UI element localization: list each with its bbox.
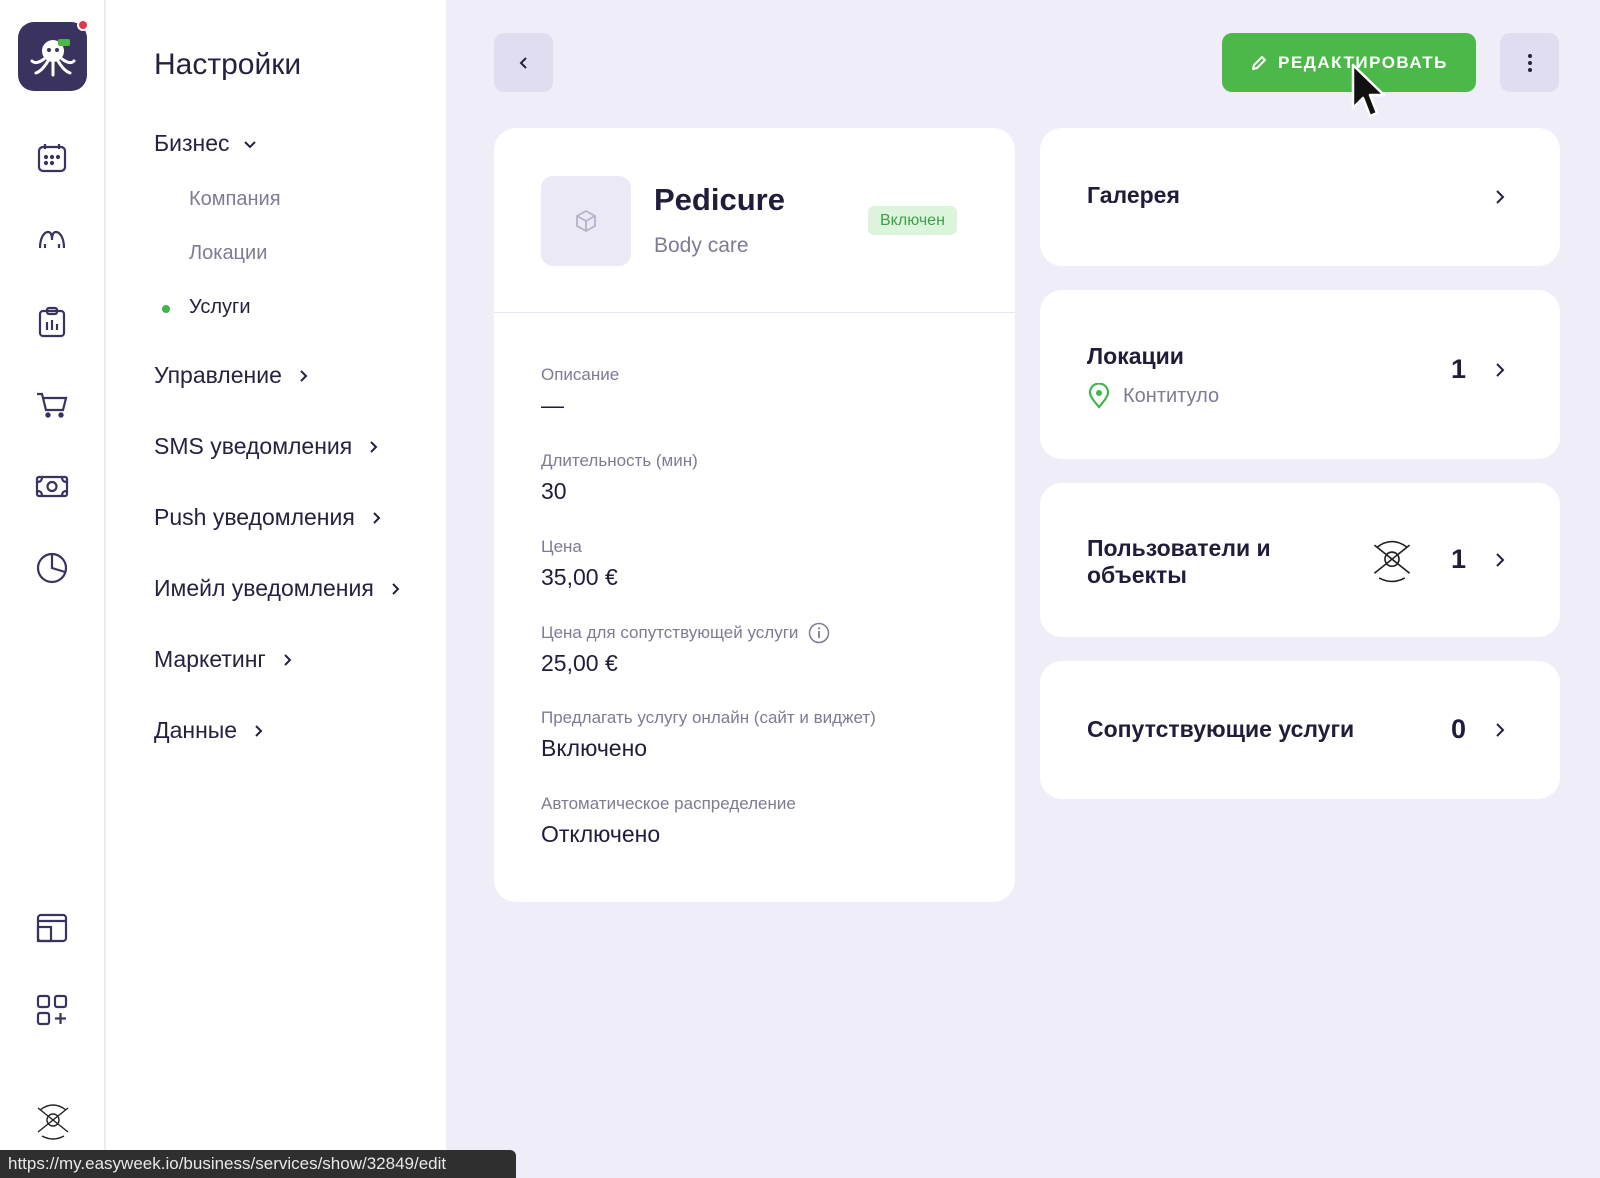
related-services-count: 0 (1450, 714, 1466, 744)
price-label: Цена (541, 537, 582, 557)
online-booking-label-text: Предлагать услугу онлайн (сайт и виджет) (541, 708, 876, 727)
user-avatar (1365, 531, 1419, 585)
nav-title: Настройки (154, 48, 302, 81)
mouse-cursor-icon (1351, 63, 1386, 118)
description-label: Описание (541, 365, 619, 385)
chevron-right-icon (284, 653, 292, 666)
widget-window-icon[interactable] (32, 908, 72, 948)
nav-email[interactable]: Имейл уведомления (154, 575, 402, 602)
description-label-text: Описание (541, 365, 620, 384)
chevron-down-icon (244, 140, 257, 148)
gallery-card[interactable]: Галерея (1040, 128, 1560, 266)
box-placeholder-icon (576, 209, 596, 233)
nav-business-label: Бизнес (154, 130, 230, 156)
money-icon[interactable] (32, 466, 72, 506)
locations-count: 1 (1450, 354, 1466, 384)
nav-data[interactable]: Данные (154, 717, 265, 744)
notification-dot (77, 19, 89, 31)
active-indicator-dot (162, 305, 170, 313)
user-avatar[interactable] (30, 1096, 76, 1142)
location-entry: Контитуло (1087, 383, 1219, 409)
nav-marketing[interactable]: Маркетинг (154, 646, 294, 673)
nav-services[interactable]: Услуги (189, 296, 251, 319)
description-value: — (541, 392, 564, 418)
nav-management-label: Управление (154, 362, 282, 388)
cart-icon[interactable] (32, 384, 72, 424)
chevron-right-icon (1496, 723, 1505, 737)
locations-card[interactable]: Локации Контитуло 1 (1040, 290, 1560, 459)
chevron-right-icon (392, 582, 400, 595)
more-options-button[interactable] (1500, 33, 1559, 92)
locations-title: Локации (1087, 343, 1184, 369)
nav-push[interactable]: Push уведомления (154, 504, 383, 531)
pencil-icon (1252, 55, 1267, 70)
service-category: Body care (654, 234, 749, 257)
users-objects-count: 1 (1450, 544, 1466, 574)
price-label-text: Цена (541, 537, 582, 556)
chevron-right-icon (1496, 190, 1505, 204)
calendar-icon[interactable] (32, 138, 72, 178)
nav-sms-label: SMS уведомления (154, 433, 353, 459)
related-price-label: Цена для сопутствующей услуги (541, 622, 830, 644)
apps-add-icon[interactable] (32, 990, 72, 1030)
app-logo[interactable] (18, 19, 89, 91)
service-thumbnail (541, 176, 631, 266)
info-icon[interactable] (808, 622, 830, 644)
analytics-pie-icon[interactable] (32, 548, 72, 588)
related-price-value: 25,00 € (541, 650, 618, 676)
price-value: 35,00 € (541, 564, 618, 590)
auto-assign-label: Автоматическое распределение (541, 794, 796, 814)
nav-company[interactable]: Компания (189, 188, 281, 211)
related-price-label-text: Цена для сопутствующей услуги (541, 623, 799, 642)
reports-clipboard-icon[interactable] (32, 302, 72, 342)
chevron-right-icon (1496, 363, 1505, 377)
users-objects-title: Пользователи и объекты (1087, 535, 1271, 588)
status-badge: Включен (868, 206, 957, 235)
duration-label-text: Длительность (мин) (541, 451, 698, 470)
settings-nav: Настройки Бизнес Компания Локации Услуги… (106, 0, 446, 1178)
duration-label: Длительность (мин) (541, 451, 698, 471)
status-bar-url: https://my.easyweek.io/business/services… (0, 1150, 516, 1178)
gallery-title: Галерея (1087, 182, 1180, 208)
nav-sms[interactable]: SMS уведомления (154, 433, 380, 460)
related-services-card[interactable]: Сопутствующие услуги 0 (1040, 661, 1560, 799)
nav-marketing-label: Маркетинг (154, 646, 266, 672)
nav-email-label: Имейл уведомления (154, 575, 374, 601)
octopus-logo-icon (30, 38, 75, 76)
icon-rail (0, 0, 105, 1178)
nav-business[interactable]: Бизнес (154, 130, 257, 157)
users-objects-card[interactable]: Пользователи и объекты 1 (1040, 483, 1560, 637)
chevron-right-icon (255, 724, 263, 737)
related-services-title: Сопутствующие услуги (1087, 716, 1355, 742)
auto-assign-value: Отключено (541, 821, 661, 847)
kebab-menu-icon (1527, 53, 1532, 72)
service-details-card: Pedicure Body care Включен Описание — Дл… (494, 128, 1015, 902)
location-name: Контитуло (1123, 384, 1220, 407)
chevron-right-icon (370, 440, 378, 453)
clients-icon[interactable] (32, 220, 72, 260)
location-pin-icon (1088, 383, 1110, 409)
chevron-left-icon (519, 56, 527, 69)
chevron-right-icon (300, 369, 308, 382)
edit-button[interactable]: РЕДАКТИРОВАТЬ (1222, 33, 1476, 92)
chevron-right-icon (1496, 553, 1505, 567)
nav-data-label: Данные (154, 717, 238, 743)
online-booking-label: Предлагать услугу онлайн (сайт и виджет) (541, 708, 876, 728)
online-booking-value: Включено (541, 735, 648, 761)
nav-push-label: Push уведомления (154, 504, 355, 530)
divider (494, 312, 1015, 313)
nav-management[interactable]: Управление (154, 362, 310, 389)
nav-locations[interactable]: Локации (189, 242, 267, 265)
chevron-right-icon (373, 511, 381, 524)
auto-assign-label-text: Автоматическое распределение (541, 794, 796, 813)
service-name: Pedicure (654, 182, 785, 217)
back-button[interactable] (494, 33, 553, 92)
duration-value: 30 (541, 478, 567, 504)
